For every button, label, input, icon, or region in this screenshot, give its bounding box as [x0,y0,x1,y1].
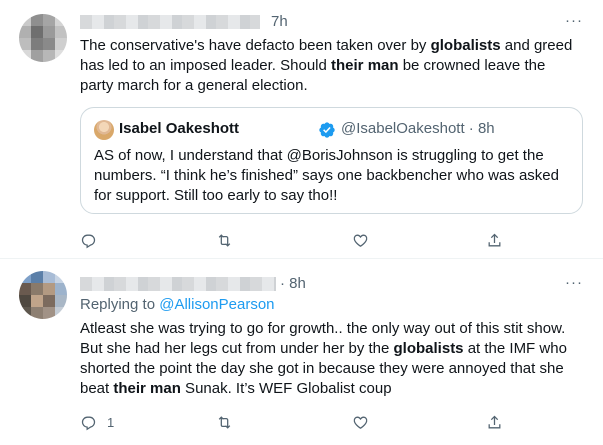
avatar[interactable] [19,14,67,62]
reply-icon [81,416,96,430]
tweet-text: The conservative's have defacto been tak… [80,36,580,96]
highlighted-term: globalists [393,340,464,357]
highlighted-term: globalists [430,37,501,54]
retweet-button[interactable] [216,231,241,249]
like-button[interactable] [352,413,377,431]
heart-icon [353,416,368,429]
highlighted-term: their man [113,380,181,397]
tweet-text: Atleast she was trying to go for growth.… [80,319,585,399]
share-button[interactable] [486,413,503,431]
text-segment: The conservative's have defacto been tak… [80,37,431,54]
reply-button[interactable]: 1 [80,413,114,431]
verified-badge-icon [319,122,335,138]
retweet-icon [218,415,231,429]
author-name-redacted[interactable] [80,15,260,29]
replying-to: Replying to @AllisonPearson [80,296,275,313]
tweet-1[interactable]: 7h ··· The conservative's have defacto b… [0,0,603,259]
quoted-avatar[interactable] [94,120,114,140]
heart-icon [353,234,368,247]
highlighted-term: their man [331,57,399,74]
tweet-time[interactable]: · 8h [280,275,306,292]
like-button[interactable] [352,231,377,249]
share-icon [488,233,501,246]
avatar[interactable] [19,271,67,319]
replying-handle-link[interactable]: @AllisonPearson [159,296,274,313]
more-options-icon[interactable]: ··· [565,274,583,291]
reply-button[interactable] [80,231,105,249]
retweet-icon [218,233,231,247]
reply-count: 1 [107,414,115,430]
quoted-author-name[interactable]: Isabel Oakeshott [119,120,239,137]
quoted-tweet-text: AS of now, I understand that @BorisJohns… [94,147,559,204]
text-segment: Sunak. It’s WEF Globalist coup [180,380,392,397]
reply-icon [81,234,96,248]
more-options-icon[interactable]: ··· [565,12,583,29]
retweet-button[interactable] [216,413,241,431]
tweet-time[interactable]: 7h [271,13,288,30]
replying-prefix: Replying to [80,296,160,313]
share-icon [488,415,501,428]
author-name-redacted[interactable] [80,277,276,291]
quoted-handle-time[interactable]: @IsabelOakeshott · 8h [341,120,495,137]
share-button[interactable] [486,231,503,249]
tweet-2[interactable]: · 8h ··· Replying to @AllisonPearson Atl… [0,259,603,445]
quoted-tweet[interactable]: Isabel Oakeshott @IsabelOakeshott · 8h A… [80,107,583,214]
